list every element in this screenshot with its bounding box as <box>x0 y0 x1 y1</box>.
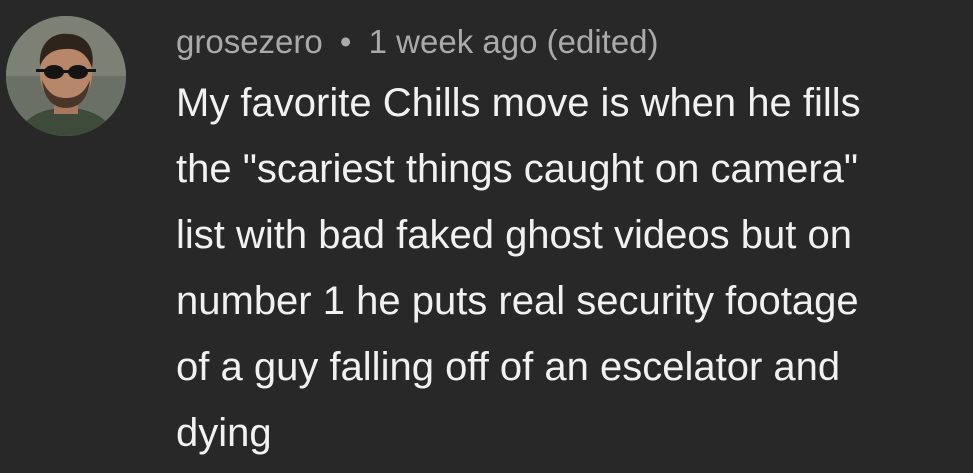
user-avatar-icon <box>6 16 126 136</box>
comment-card: grosezero • 1 week ago (edited) My favor… <box>0 0 973 473</box>
comment-text-line: of a guy falling off of an escelator and <box>176 345 841 389</box>
avatar[interactable] <box>6 16 126 136</box>
comment-meta: grosezero • 1 week ago (edited) <box>176 18 659 66</box>
comment-text-line: list with bad faked ghost videos but on <box>176 213 852 257</box>
comment-text-line: number 1 he puts real security footage <box>176 279 859 323</box>
comment-text: My favorite Chills move is when he fills… <box>176 70 966 466</box>
author-name[interactable]: grosezero <box>176 23 323 60</box>
timestamp[interactable]: 1 week ago <box>369 23 538 60</box>
meta-separator: • <box>339 23 352 60</box>
comment-text-line: the "scariest things caught on camera" <box>176 147 859 191</box>
comment-text-line: My favorite Chills move is when he fills <box>176 81 861 125</box>
comment-text-line: dying <box>176 411 272 455</box>
edited-label: (edited) <box>546 23 659 60</box>
